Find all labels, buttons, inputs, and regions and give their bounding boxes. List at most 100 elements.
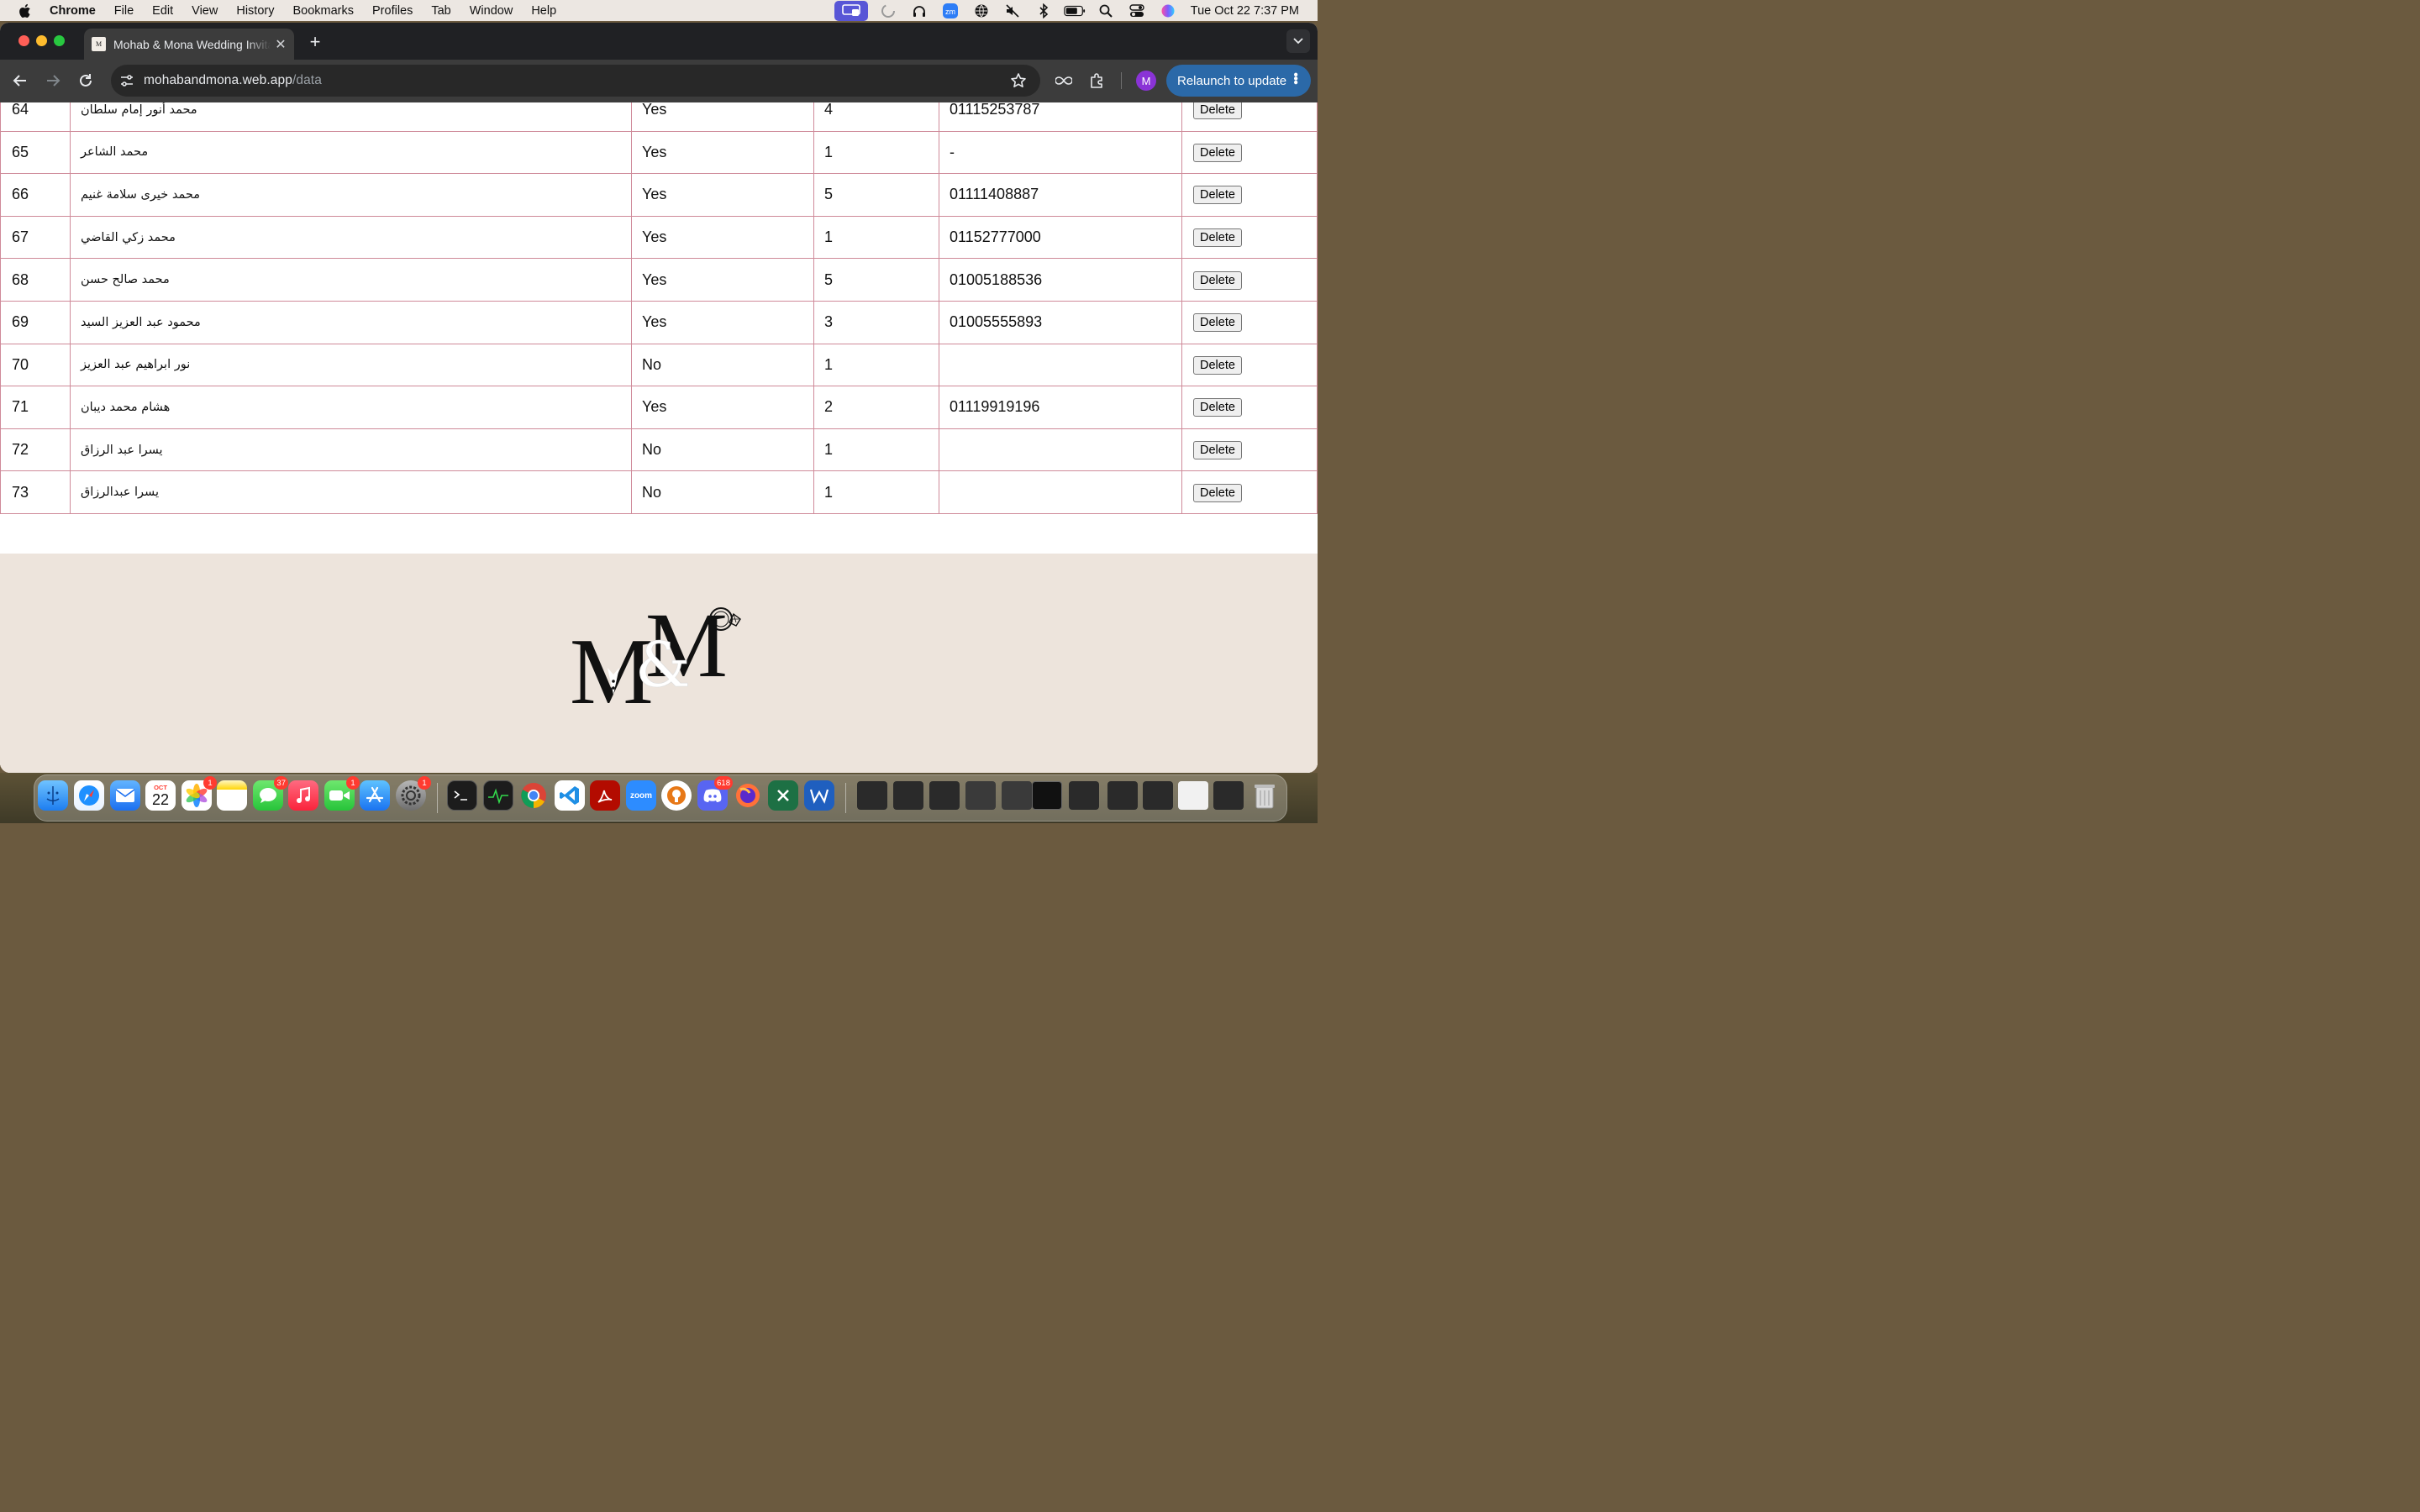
tab-search-button[interactable] xyxy=(1286,29,1310,53)
fullscreen-window-button[interactable] xyxy=(54,35,65,46)
site-favicon-icon: M xyxy=(92,37,106,51)
menu-view[interactable]: View xyxy=(192,4,218,18)
music-icon[interactable] xyxy=(288,780,318,811)
screen-share-icon[interactable] xyxy=(834,0,868,21)
back-button[interactable] xyxy=(9,70,31,92)
system-settings-icon[interactable]: 1 xyxy=(396,776,431,811)
zoom-app-icon[interactable]: zoom xyxy=(626,780,656,811)
reload-button[interactable] xyxy=(75,70,97,92)
profile-avatar[interactable]: M xyxy=(1136,71,1156,91)
extensions-puzzle-icon[interactable] xyxy=(1087,71,1107,91)
notes-icon[interactable] xyxy=(217,780,247,811)
menu-tab[interactable]: Tab xyxy=(431,4,450,18)
bookmark-star-icon[interactable] xyxy=(1010,72,1027,93)
minimized-window-thumbnail[interactable] xyxy=(1002,781,1032,810)
minimize-window-button[interactable] xyxy=(36,35,47,46)
loading-ring-icon[interactable] xyxy=(877,3,899,19)
delete-button[interactable]: Delete xyxy=(1193,398,1242,417)
menu-help[interactable]: Help xyxy=(531,4,556,18)
safari-icon[interactable] xyxy=(74,780,104,811)
guest-count: 1 xyxy=(813,215,939,260)
finder-icon[interactable] xyxy=(38,780,68,811)
menu-bookmarks[interactable]: Bookmarks xyxy=(292,4,354,18)
delete-button[interactable]: Delete xyxy=(1193,228,1242,248)
action-cell: Delete xyxy=(1181,386,1318,429)
discord-icon[interactable]: 618 xyxy=(697,776,733,811)
minimized-window-thumbnail[interactable] xyxy=(1213,781,1244,810)
dock-separator xyxy=(845,783,846,813)
menu-file[interactable]: File xyxy=(114,4,134,18)
apple-logo-icon[interactable] xyxy=(18,3,33,18)
close-window-button[interactable] xyxy=(18,35,29,46)
spotlight-search-icon[interactable] xyxy=(1095,3,1117,19)
minimized-terminal-thumbnail[interactable] xyxy=(1032,781,1062,810)
battery-icon[interactable] xyxy=(1064,3,1086,19)
delete-button[interactable]: Delete xyxy=(1193,186,1242,205)
delete-button[interactable]: Delete xyxy=(1193,270,1242,290)
minimized-window-thumbnail[interactable] xyxy=(1143,781,1173,810)
minimized-window-thumbnail[interactable] xyxy=(929,781,960,810)
tab-active[interactable]: M Mohab & Mona Wedding Invitation ✕ xyxy=(84,29,294,60)
airpods-icon[interactable] xyxy=(908,3,930,19)
vscode-icon[interactable] xyxy=(555,780,585,811)
minimized-window-thumbnail[interactable] xyxy=(1107,781,1138,810)
new-tab-button[interactable]: + xyxy=(306,31,324,53)
mute-speaker-icon[interactable] xyxy=(1002,3,1023,19)
guest-table: 64 محمد أنور إمام سلطان Yes 4 01115253787 Del… xyxy=(0,102,1318,514)
infinity-extension-icon[interactable] xyxy=(1054,71,1074,91)
minimized-window-thumbnail[interactable] xyxy=(1069,781,1099,810)
guest-count: 5 xyxy=(813,173,939,217)
tab-close-icon[interactable]: ✕ xyxy=(271,36,291,53)
menu-bar-clock[interactable]: Tue Oct 22 7:37 PM xyxy=(1191,4,1299,18)
delete-button[interactable]: Delete xyxy=(1193,441,1242,460)
more-options-icon[interactable]: ••• xyxy=(1287,72,1302,84)
activity-monitor-icon[interactable] xyxy=(483,780,513,811)
forward-button[interactable] xyxy=(42,70,64,92)
browser-window: M Mohab & Mona Wedding Invitation ✕ + mo… xyxy=(0,23,1318,773)
menu-app-chrome[interactable]: Chrome xyxy=(50,4,96,18)
facetime-icon[interactable]: 1 xyxy=(324,776,360,811)
site-info-icon[interactable] xyxy=(118,71,136,90)
firefox-icon[interactable] xyxy=(733,780,763,811)
url-text[interactable]: mohabandmona.web.app/data xyxy=(144,73,322,88)
mail-icon[interactable] xyxy=(110,780,140,811)
siri-icon[interactable] xyxy=(1157,3,1179,19)
messages-icon[interactable]: 37 xyxy=(253,776,288,811)
delete-button[interactable]: Delete xyxy=(1193,143,1242,162)
settings-badge: 1 xyxy=(418,776,431,790)
minimized-window-thumbnail[interactable] xyxy=(1178,781,1208,810)
zoom-status-icon[interactable]: zm xyxy=(939,3,961,19)
vpn-globe-icon[interactable] xyxy=(971,3,992,19)
delete-button[interactable]: Delete xyxy=(1193,102,1242,120)
excel-icon[interactable] xyxy=(768,780,798,811)
reload-icon xyxy=(80,74,92,87)
table-row: 66 محمد خيرى سلامة غنيم Yes 5 01111408887 Del… xyxy=(0,173,1318,217)
minimized-window-thumbnail[interactable] xyxy=(965,781,996,810)
app-store-icon[interactable] xyxy=(360,780,390,811)
delete-button[interactable]: Delete xyxy=(1193,483,1242,502)
menu-edit[interactable]: Edit xyxy=(152,4,173,18)
menu-history[interactable]: History xyxy=(236,4,274,18)
discord-badge: 618 xyxy=(714,776,733,790)
bluetooth-icon[interactable] xyxy=(1033,3,1055,19)
delete-button[interactable]: Delete xyxy=(1193,313,1242,333)
minimized-window-thumbnail[interactable] xyxy=(893,781,923,810)
word-icon[interactable] xyxy=(804,780,834,811)
control-center-icon[interactable] xyxy=(1126,3,1148,19)
menu-window[interactable]: Window xyxy=(470,4,513,18)
action-cell: Delete xyxy=(1181,343,1318,387)
chrome-icon[interactable] xyxy=(518,780,549,811)
terminal-icon[interactable] xyxy=(447,780,477,811)
minimized-window-thumbnail[interactable] xyxy=(857,781,887,810)
relaunch-to-update-button[interactable]: Relaunch to update ••• xyxy=(1166,65,1311,97)
trash-icon[interactable] xyxy=(1249,780,1280,811)
delete-button[interactable]: Delete xyxy=(1193,355,1242,375)
calendar-icon[interactable]: OCT 22 xyxy=(145,780,176,811)
vpn-app-icon[interactable] xyxy=(661,780,692,811)
attending-status: Yes xyxy=(631,300,814,344)
phone-number xyxy=(939,428,1182,472)
photos-icon[interactable]: 1 xyxy=(182,776,217,811)
acrobat-icon[interactable] xyxy=(590,780,620,811)
address-bar[interactable]: mohabandmona.web.app/data xyxy=(111,65,1040,97)
menu-profiles[interactable]: Profiles xyxy=(372,4,413,18)
